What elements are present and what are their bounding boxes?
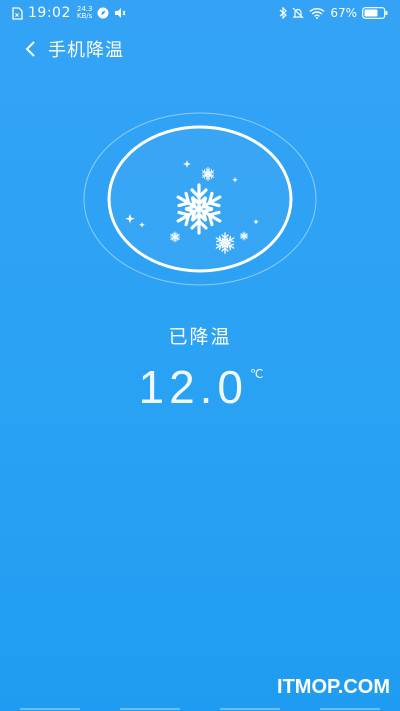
network-speed-unit: KB/s [76,12,93,20]
status-bar-right: 67% [279,6,388,20]
header-bar: 手机降温 [0,32,400,66]
cooling-indicator [83,112,317,286]
temperature-unit: ℃ [250,367,264,381]
battery-icon [362,7,388,19]
status-bar-left: 19:02 24.3 KB/s [12,5,126,21]
page-title: 手机降温 [48,40,124,61]
nav-compass-icon [97,7,109,19]
battery-percent: 67% [330,6,357,20]
sim-card-icon [12,6,23,20]
bluetooth-icon [279,7,288,19]
temperature-display: 12.0 ℃ [0,360,400,414]
cooling-ring-graphic [83,112,317,286]
chevron-left-icon [25,41,35,57]
network-speed: 24.3 KB/s [77,6,93,20]
temperature-value: 12.0 [138,361,249,413]
wifi-icon [309,7,325,19]
speaker-icon [114,7,126,19]
watermark-text: ITMOP.COM [277,676,390,698]
back-button[interactable] [18,37,42,61]
cooling-status-label: 已降温 [168,326,232,348]
clock-time: 19:02 [28,5,71,21]
bell-mute-icon [292,7,304,19]
status-bar: 19:02 24.3 KB/s 67% [0,0,400,26]
